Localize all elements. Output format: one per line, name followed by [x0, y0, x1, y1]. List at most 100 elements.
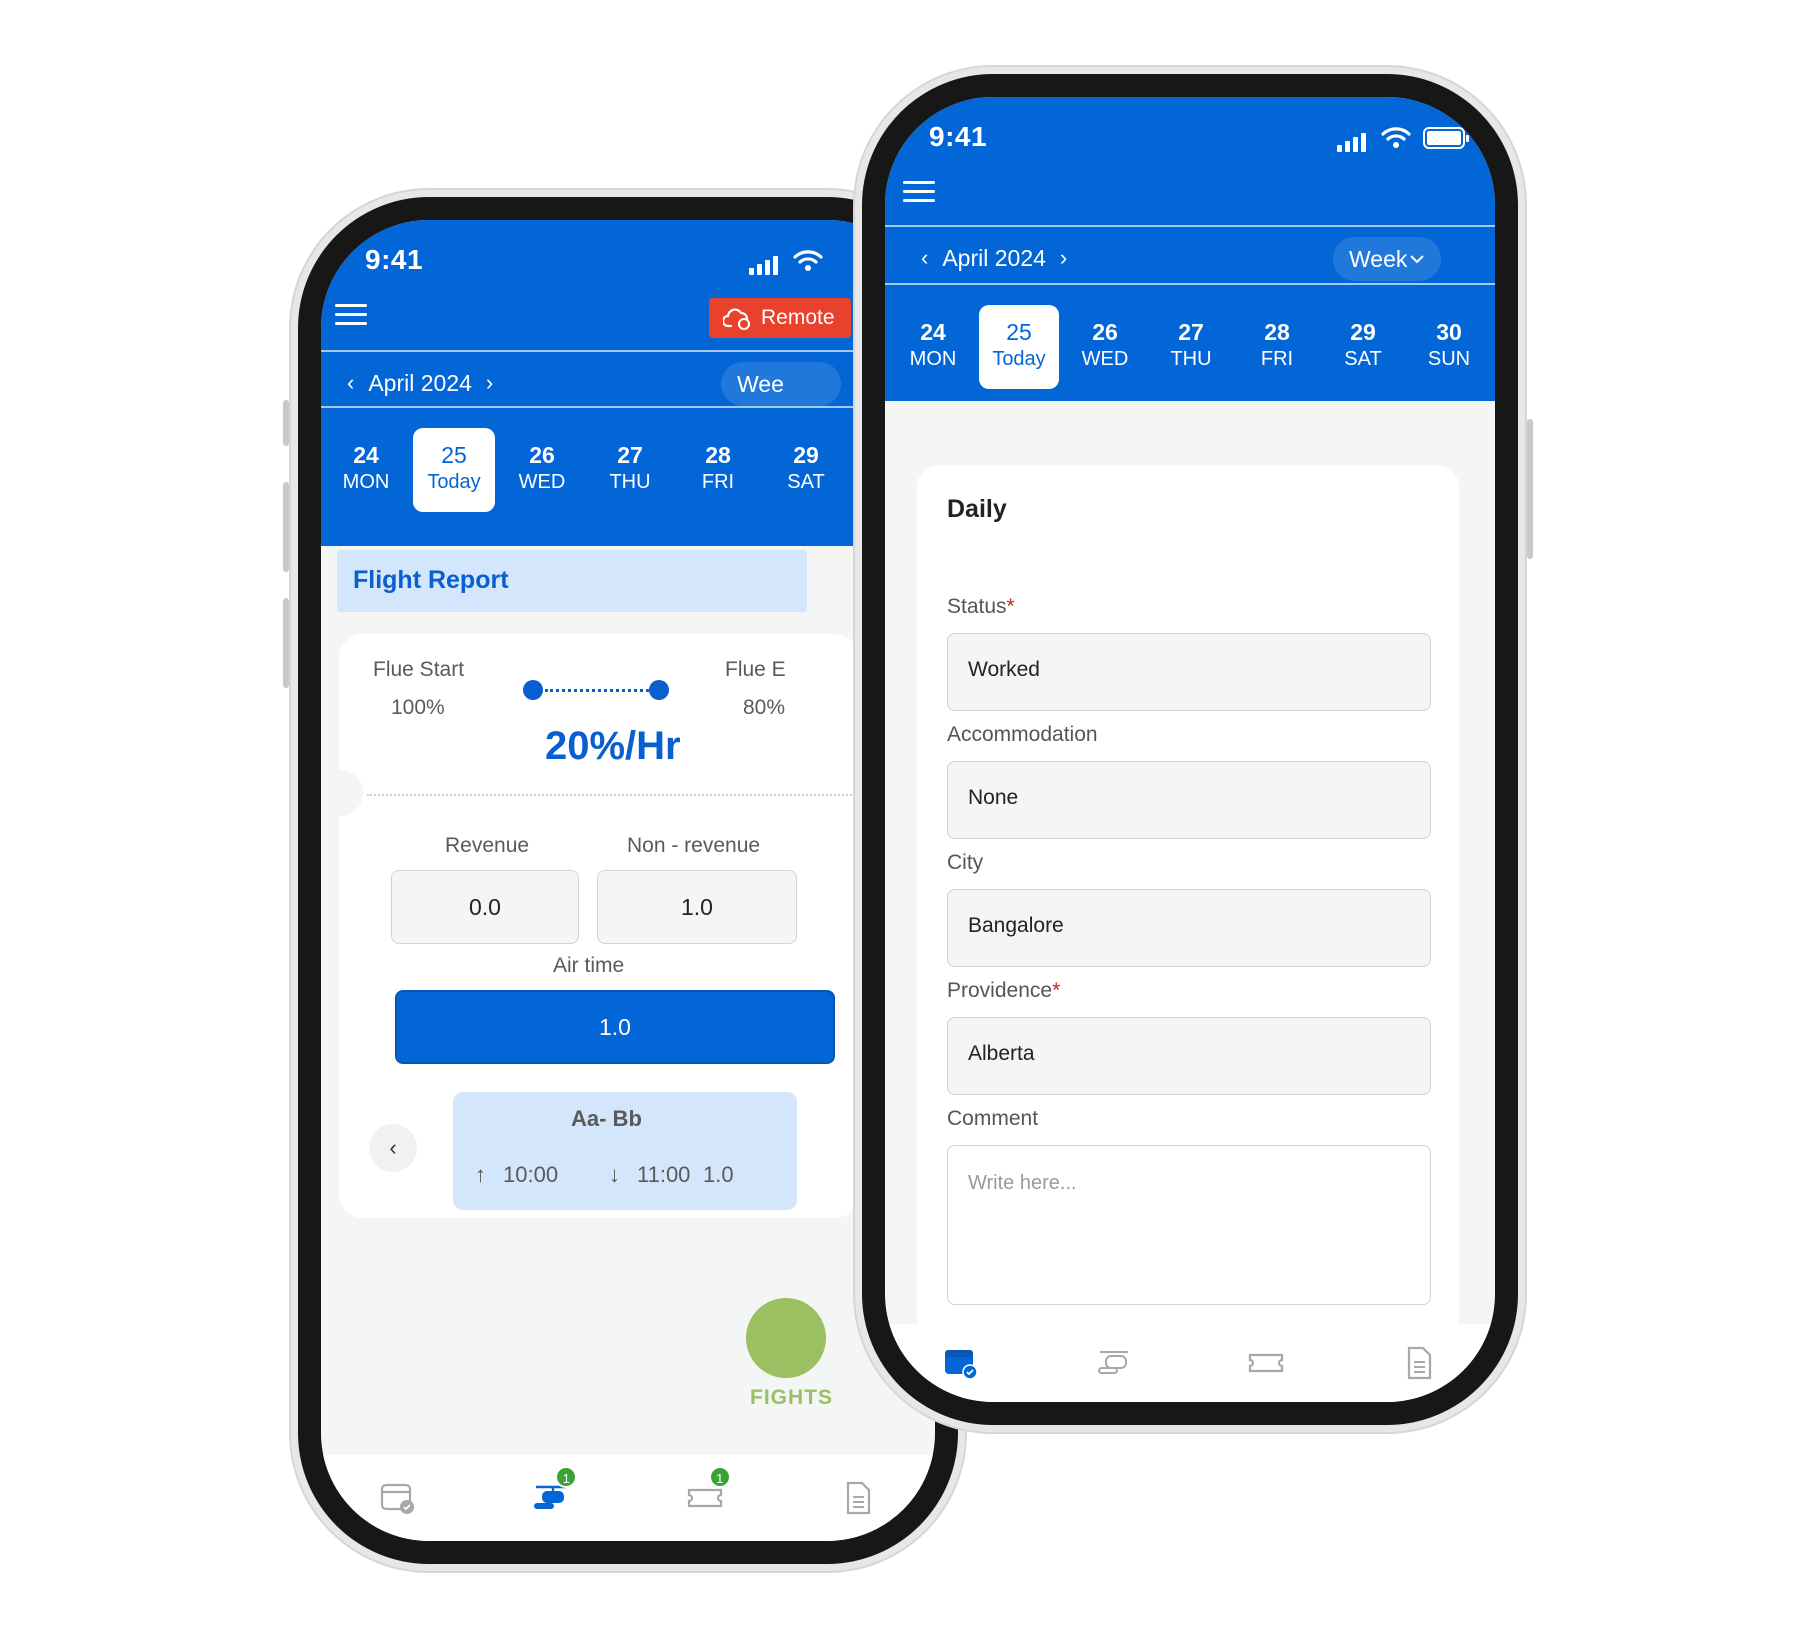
- fuel-end-dot: [649, 680, 669, 700]
- document-icon: [847, 1481, 871, 1515]
- day-29[interactable]: 29 SAT: [1323, 305, 1403, 389]
- tab-tickets[interactable]: 1: [683, 1466, 731, 1518]
- menu-icon[interactable]: [903, 181, 935, 203]
- non-revenue-value: 1.0: [681, 893, 713, 920]
- helicopter-icon: [1097, 1351, 1128, 1374]
- mockup-stage: 9:41 Remote ‹ April 2024 › Wee 24 MON 25…: [0, 0, 1800, 1632]
- day-label: MON: [342, 471, 390, 493]
- bottom-tab-bar: [885, 1324, 1495, 1402]
- flight-report-card: Flue Start 100% Flue E 80% 20%/Hr Revenu…: [321, 634, 867, 1218]
- add-flight-fab[interactable]: [746, 1298, 826, 1378]
- non-revenue-field[interactable]: 1.0: [597, 870, 797, 944]
- status-label: Status*: [947, 595, 1015, 619]
- wifi-icon: [1381, 127, 1411, 148]
- battery-icon: [1423, 127, 1469, 149]
- non-revenue-label: Non - revenue: [627, 834, 761, 857]
- fuel-end-label: Flue E: [725, 658, 786, 681]
- view-selector[interactable]: Wee: [721, 362, 841, 406]
- day-26[interactable]: 26 WED: [1065, 305, 1145, 389]
- prev-month-icon[interactable]: ‹: [921, 245, 928, 271]
- volume-down-button: [283, 598, 289, 688]
- day-27[interactable]: 27 THU: [1151, 305, 1231, 389]
- status-field[interactable]: Worked: [947, 633, 1431, 711]
- document-icon: [1407, 1346, 1431, 1380]
- providence-label: Providence*: [947, 979, 1060, 1003]
- screen: 9:41 Remote ‹ April 2024 › Wee 24 MON 25…: [321, 220, 935, 1541]
- day-25[interactable]: 25 Today: [413, 428, 495, 512]
- fuel-end-value: 80%: [743, 696, 786, 719]
- day-label: WED: [518, 471, 566, 493]
- header-divider: [885, 283, 1495, 285]
- city-field[interactable]: Bangalore: [947, 889, 1431, 967]
- card-notch: [321, 770, 363, 816]
- day-label: Today: [992, 348, 1046, 370]
- tab-tickets[interactable]: [1244, 1343, 1288, 1383]
- day-number: 29: [793, 442, 819, 468]
- status-value: Worked: [968, 658, 1040, 681]
- flight-leg-card[interactable]: Aa- Bb ↑ 10:00 ↓ 11:00 1.0: [453, 1092, 797, 1210]
- day-number: 26: [529, 442, 555, 468]
- prev-leg-button[interactable]: ‹: [369, 1124, 417, 1172]
- day-29[interactable]: 29 SAT: [765, 428, 847, 512]
- tab-documents[interactable]: [1397, 1343, 1441, 1383]
- day-label: SUN: [1427, 348, 1471, 370]
- view-selector[interactable]: Week: [1333, 237, 1441, 281]
- day-25[interactable]: 25 Today: [979, 305, 1059, 389]
- form-title: Daily: [947, 495, 1007, 523]
- volume-up-button: [283, 482, 289, 572]
- next-month-icon[interactable]: ›: [486, 370, 493, 396]
- revenue-field[interactable]: 0.0: [391, 870, 579, 944]
- tab-calendar[interactable]: [376, 1478, 420, 1518]
- departure-arrow-icon: ↑: [475, 1162, 486, 1187]
- remote-button[interactable]: Remote: [709, 298, 851, 338]
- calendar-check-icon: [945, 1350, 978, 1380]
- prev-month-icon[interactable]: ‹: [347, 370, 354, 396]
- day-27[interactable]: 27 THU: [589, 428, 671, 512]
- day-26[interactable]: 26 WED: [501, 428, 583, 512]
- air-time-label: Air time: [553, 954, 625, 977]
- wifi-icon: [793, 250, 823, 271]
- leg-route: Aa- Bb: [571, 1106, 642, 1131]
- day-number: 25: [1006, 319, 1032, 345]
- section-title: Flight Report: [337, 550, 807, 612]
- chevron-left-icon: ‹: [389, 1135, 397, 1160]
- tab-documents[interactable]: [836, 1478, 880, 1518]
- day-label: THU: [1170, 348, 1212, 370]
- accommodation-field[interactable]: None: [947, 761, 1431, 839]
- comment-placeholder: Write here...: [968, 1172, 1077, 1194]
- providence-field[interactable]: Alberta: [947, 1017, 1431, 1095]
- day-label: FRI: [701, 471, 735, 493]
- providence-label-text: Providence: [947, 979, 1053, 1002]
- signal-icon: [749, 256, 778, 275]
- day-30[interactable]: 30 SUN: [1409, 305, 1489, 389]
- status-time: 9:41: [929, 121, 988, 152]
- day-number: 30: [1436, 319, 1462, 345]
- fuel-rate: 20%/Hr: [545, 724, 681, 768]
- day-28[interactable]: 28 FRI: [1237, 305, 1317, 389]
- leg-departure: 10:00: [503, 1162, 559, 1187]
- fab-label: FIGHTS: [750, 1386, 833, 1409]
- day-28[interactable]: 28 FRI: [677, 428, 759, 512]
- ticket-icon: [687, 1488, 722, 1508]
- day-number: 25: [441, 442, 467, 468]
- screen: 9:41 ‹ April 2024 › Week 24 MON 25 Today…: [885, 97, 1495, 1402]
- tab-calendar[interactable]: [939, 1343, 983, 1383]
- revenue-label: Revenue: [445, 834, 530, 857]
- section-title-text: Flight Report: [353, 566, 509, 594]
- view-selector-label: Wee: [737, 370, 784, 397]
- providence-value: Alberta: [968, 1042, 1035, 1065]
- tab-flights[interactable]: 1: [529, 1466, 578, 1518]
- ticket-icon: [1249, 1353, 1284, 1373]
- day-24[interactable]: 24 MON: [893, 305, 973, 389]
- day-strip: 24 MON 25 Today 26 WED 27 THU 28 FRI 29 SAT: [325, 428, 935, 512]
- comment-label: Comment: [947, 1107, 1039, 1130]
- comment-textarea[interactable]: Write here...: [947, 1145, 1431, 1305]
- cloud-sync-icon: [723, 308, 750, 330]
- air-time-field[interactable]: 1.0: [395, 990, 835, 1064]
- day-24[interactable]: 24 MON: [325, 428, 407, 512]
- fuel-start-label: Flue Start: [373, 658, 465, 681]
- menu-icon[interactable]: [335, 304, 367, 326]
- tab-flights[interactable]: [1092, 1343, 1136, 1383]
- view-selector-label: Week: [1349, 245, 1408, 272]
- next-month-icon[interactable]: ›: [1060, 245, 1067, 271]
